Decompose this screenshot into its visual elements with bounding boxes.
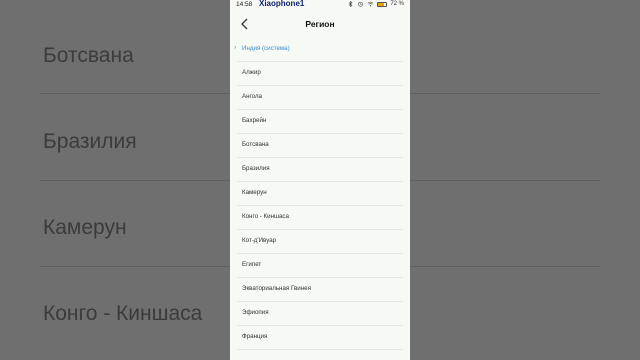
carrier-name: Xiaophone1: [259, 0, 305, 8]
status-bar: 14:58 Xiaophone1 72 %: [230, 0, 410, 11]
region-item[interactable]: › Индия (система): [234, 38, 403, 62]
region-item[interactable]: Ангола: [237, 86, 403, 110]
region-item[interactable]: Франция: [237, 326, 403, 350]
region-item[interactable]: Алжир: [237, 62, 403, 86]
region-label: Конго - Киншаса: [242, 213, 289, 220]
region-item[interactable]: Ботсвана: [237, 134, 403, 158]
region-label: Алжир: [242, 69, 261, 76]
region-item[interactable]: Кот-д'Ивуар: [237, 230, 403, 254]
region-label: Кот-д'Ивуар: [242, 237, 277, 244]
bg-item: Камерун: [43, 216, 127, 239]
region-item[interactable]: Бразилия: [237, 158, 403, 182]
region-list: › Индия (система) Алжир Ангола Бахрейн Ботсва…: [230, 38, 410, 350]
header: Регион: [230, 12, 410, 38]
region-label: Бахрейн: [242, 117, 267, 124]
battery-level: 72 %: [390, 1, 404, 7]
region-label: Франция: [242, 333, 268, 340]
region-label: Камерун: [242, 189, 267, 196]
region-label: Индия (система): [242, 45, 290, 52]
region-label: Египет: [242, 261, 262, 268]
region-item[interactable]: Эфиопия: [237, 302, 403, 326]
region-label: Бразилия: [242, 165, 270, 172]
region-label: Экваториальная Гвинея: [242, 285, 311, 292]
bg-item: Бразилия: [43, 130, 137, 153]
region-label: Эфиопия: [242, 309, 269, 316]
wifi-icon: [367, 1, 374, 7]
status-icons: 72 %: [347, 1, 404, 7]
region-label: Ботсвана: [242, 141, 269, 148]
bluetooth-icon: [349, 1, 353, 7]
status-time: 14:58: [236, 1, 253, 8]
region-item[interactable]: Экваториальная Гвинея: [237, 278, 403, 302]
alarm-icon: [358, 1, 364, 7]
bg-item: Ботсвана: [43, 44, 134, 67]
region-item[interactable]: Камерун: [237, 182, 403, 206]
region-label: Ангола: [242, 93, 263, 100]
battery-icon: [377, 1, 388, 7]
region-item[interactable]: Конго - Киншаса: [237, 206, 403, 230]
region-item[interactable]: Бахрейн: [237, 110, 403, 134]
phone-screen: 14:58 Xiaophone1 72 % Регион › Индия (сис…: [230, 0, 410, 360]
region-item[interactable]: Египет: [237, 254, 403, 278]
page-title: Регион: [305, 19, 335, 29]
chevron-right-icon: ›: [234, 44, 237, 51]
bg-item: Конго - Киншаса: [43, 302, 203, 325]
